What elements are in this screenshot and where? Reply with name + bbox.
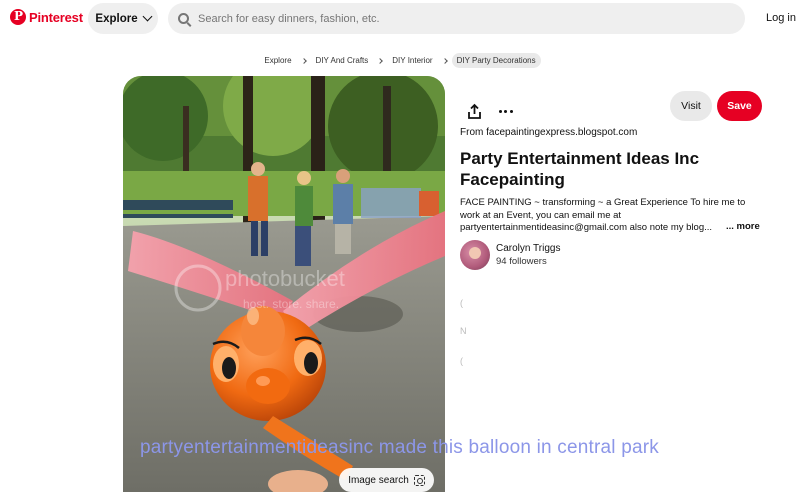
explore-button[interactable]: Explore xyxy=(88,3,158,34)
image-search-button[interactable]: Image search xyxy=(339,468,434,492)
avatar[interactable] xyxy=(460,240,490,270)
pin-title: Party Entertainment Ideas Inc Facepainti… xyxy=(460,149,700,189)
logo-text: Pinterest xyxy=(29,9,83,25)
search-icon xyxy=(178,13,189,24)
breadcrumb-item-diy-interior[interactable]: DIY Interior xyxy=(387,53,437,68)
source-prefix: From xyxy=(460,127,484,138)
pin-description: FACE PAINTING ~ transforming ~ a Great E… xyxy=(460,197,746,233)
visual-search-icon xyxy=(413,474,425,486)
placeholder-text-n: N xyxy=(460,326,467,336)
dot xyxy=(509,110,513,113)
breadcrumb: Explore DIY And Crafts DIY Interior DIY … xyxy=(0,53,800,68)
login-link[interactable]: Log in xyxy=(766,12,796,24)
photobucket-watermark: photobucket xyxy=(225,266,345,291)
more-options-icon[interactable] xyxy=(497,103,514,120)
photobucket-tagline: host. store. share. xyxy=(243,297,339,311)
search-input[interactable] xyxy=(198,12,718,25)
placeholder-text: ( xyxy=(460,356,463,366)
breadcrumb-item-diy-party-decorations[interactable]: DIY Party Decorations xyxy=(451,53,541,68)
chevron-right-icon xyxy=(441,57,448,64)
visit-button[interactable]: Visit xyxy=(670,91,712,121)
source-link[interactable]: facepaintingexpress.blogspot.com xyxy=(486,127,637,138)
share-icon[interactable] xyxy=(466,103,483,120)
explore-label: Explore xyxy=(95,12,138,25)
header: Pinterest Explore Log in xyxy=(0,0,800,38)
more-link[interactable]: ... more xyxy=(722,221,760,232)
breadcrumb-item-explore[interactable]: Explore xyxy=(259,53,296,68)
photo-caption: partyentertainmentideasinc made this bal… xyxy=(140,437,659,458)
dot xyxy=(504,110,507,113)
breadcrumb-item-diy-and-crafts[interactable]: DIY And Crafts xyxy=(311,53,374,68)
pinterest-logo[interactable]: Pinterest xyxy=(10,9,83,25)
placeholder-text: ( xyxy=(460,298,463,308)
image-search-label: Image search xyxy=(348,474,409,486)
pin-image[interactable]: photobucket host. store. share. xyxy=(123,76,445,492)
dot xyxy=(498,110,502,113)
follower-count: 94 followers xyxy=(496,256,547,267)
pinterest-logo-icon xyxy=(10,9,26,25)
pin-photo: photobucket host. store. share. xyxy=(123,76,445,492)
chevron-right-icon xyxy=(300,57,307,64)
save-button[interactable]: Save xyxy=(717,91,762,121)
search-bar[interactable] xyxy=(168,3,745,34)
chevron-right-icon xyxy=(377,57,384,64)
source-line: From facepaintingexpress.blogspot.com xyxy=(460,127,637,138)
creator-name[interactable]: Carolyn Triggs xyxy=(496,243,560,254)
chevron-down-icon xyxy=(142,11,153,22)
